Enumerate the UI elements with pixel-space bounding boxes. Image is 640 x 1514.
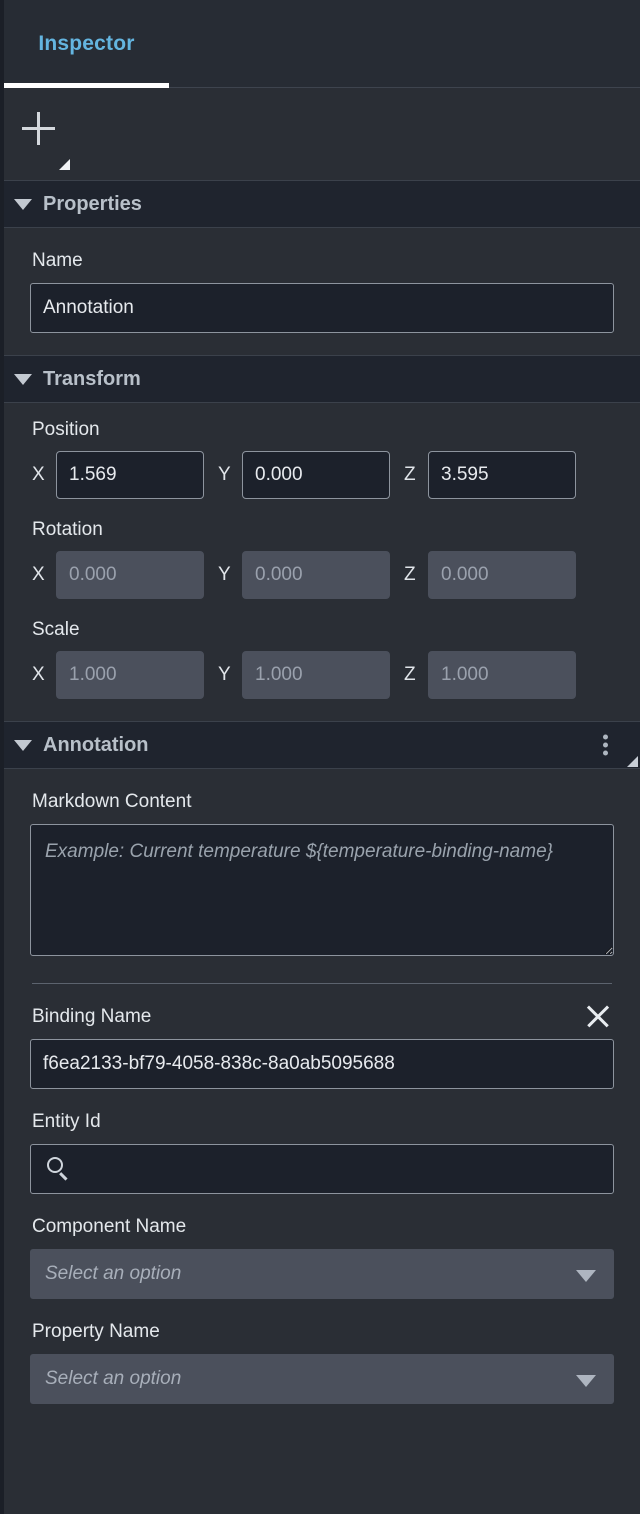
name-input[interactable] — [30, 283, 614, 333]
name-label: Name — [32, 250, 83, 271]
component-name-select-wrap: Select an option — [30, 1249, 614, 1299]
rotation-z-input — [428, 551, 576, 599]
section-header-properties[interactable]: Properties — [4, 180, 640, 228]
resize-triangle-icon[interactable] — [59, 159, 70, 170]
properties-body: Name — [4, 228, 640, 355]
tab-bar: Inspector — [4, 0, 640, 88]
section-title-transform: Transform — [43, 367, 141, 390]
component-name-label: Component Name — [32, 1216, 187, 1237]
tab-inspector-label: Inspector — [38, 32, 135, 55]
chevron-down-icon — [576, 1270, 596, 1282]
scale-label: Scale — [32, 619, 80, 640]
close-icon[interactable] — [584, 1002, 612, 1030]
property-name-placeholder: Select an option — [45, 1368, 182, 1389]
component-name-placeholder: Select an option — [45, 1263, 182, 1284]
inspector-panel: Inspector Properties Name Transform Posi… — [0, 0, 640, 1514]
scale-z-input — [428, 651, 576, 699]
position-y-input[interactable] — [242, 451, 390, 499]
entity-id-search-wrap — [30, 1144, 614, 1194]
tab-inspector[interactable]: Inspector — [4, 0, 169, 88]
scale-z-label: Z — [404, 664, 416, 685]
caret-down-icon — [14, 198, 32, 210]
panel-toolbar — [4, 88, 640, 180]
caret-down-icon — [14, 739, 32, 751]
section-header-annotation[interactable]: Annotation — [4, 721, 640, 769]
property-name-select[interactable]: Select an option — [30, 1354, 614, 1404]
rotation-row: X Y Z — [30, 551, 614, 603]
property-name-label: Property Name — [32, 1321, 160, 1342]
position-z-label: Z — [404, 464, 416, 485]
plus-icon[interactable] — [22, 112, 56, 146]
rotation-x-input — [56, 551, 204, 599]
chevron-down-icon — [576, 1375, 596, 1387]
search-icon — [47, 1157, 63, 1173]
rotation-z-label: Z — [404, 564, 416, 585]
scale-x-label: X — [32, 664, 45, 685]
entity-id-label: Entity Id — [32, 1111, 101, 1132]
rotation-y-input — [242, 551, 390, 599]
section-title-properties: Properties — [43, 192, 142, 215]
annotation-body: Markdown Content Binding Name Entity Id … — [4, 769, 640, 1444]
bottom-spacer — [30, 1404, 614, 1444]
position-x-label: X — [32, 464, 45, 485]
binding-name-input[interactable] — [30, 1039, 614, 1089]
scale-y-input — [242, 651, 390, 699]
markdown-content-textarea[interactable] — [30, 824, 614, 956]
property-name-select-wrap: Select an option — [30, 1354, 614, 1404]
resize-triangle-icon[interactable] — [627, 756, 638, 767]
entity-id-input[interactable] — [30, 1144, 614, 1194]
rotation-x-label: X — [32, 564, 45, 585]
binding-name-row: Binding Name — [30, 984, 614, 1039]
scale-x-input — [56, 651, 204, 699]
markdown-content-label: Markdown Content — [32, 791, 192, 812]
scale-y-label: Y — [218, 664, 231, 685]
position-row: X Y Z — [30, 451, 614, 503]
transform-body: Position X Y Z Rotation X Y Z Scale X — [4, 403, 640, 721]
kebab-menu-icon[interactable] — [603, 732, 608, 759]
caret-down-icon — [14, 373, 32, 385]
section-title-annotation: Annotation — [43, 733, 149, 756]
binding-name-label: Binding Name — [32, 1006, 152, 1027]
rotation-y-label: Y — [218, 564, 231, 585]
position-label: Position — [32, 419, 100, 440]
position-z-input[interactable] — [428, 451, 576, 499]
position-x-input[interactable] — [56, 451, 204, 499]
section-header-transform[interactable]: Transform — [4, 355, 640, 403]
position-y-label: Y — [218, 464, 231, 485]
component-name-select[interactable]: Select an option — [30, 1249, 614, 1299]
scale-row: X Y Z — [30, 651, 614, 703]
rotation-label: Rotation — [32, 519, 103, 540]
